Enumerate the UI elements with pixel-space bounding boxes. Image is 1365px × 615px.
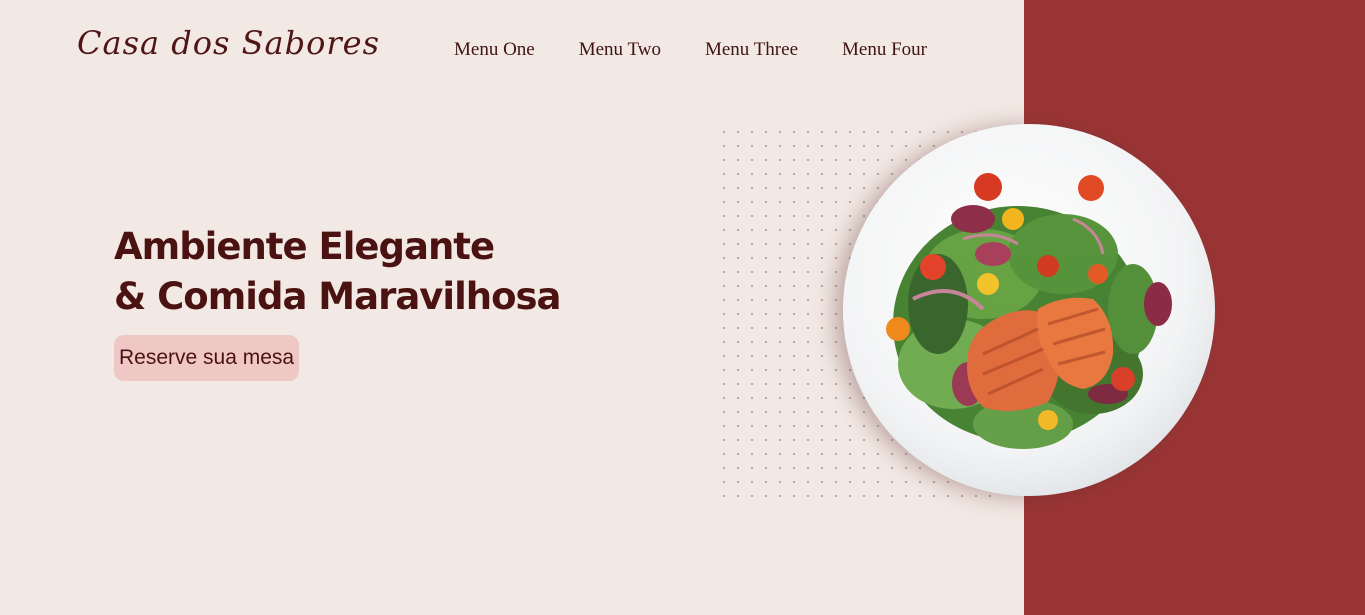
plate <box>843 124 1215 496</box>
reserve-table-button[interactable]: Reserve sua mesa <box>114 335 300 381</box>
hero-title-line-2: & Comida Maravilhosa <box>114 275 562 318</box>
main-nav: Menu One Menu Two Menu Three Menu Four <box>454 39 971 61</box>
hero-title: Ambiente Elegante & Comida Maravilhosa <box>114 222 562 322</box>
hero-dish-image <box>843 124 1215 496</box>
nav-item-menu-three[interactable]: Menu Three <box>705 39 798 61</box>
salmon-salad-illustration <box>886 173 1172 449</box>
brand-logo[interactable]: Casa dos Sabores <box>77 24 380 62</box>
nav-item-menu-four[interactable]: Menu Four <box>842 39 927 61</box>
nav-item-menu-one[interactable]: Menu One <box>454 39 535 61</box>
nav-item-menu-two[interactable]: Menu Two <box>579 39 661 61</box>
hero-title-line-1: Ambiente Elegante <box>114 225 495 268</box>
